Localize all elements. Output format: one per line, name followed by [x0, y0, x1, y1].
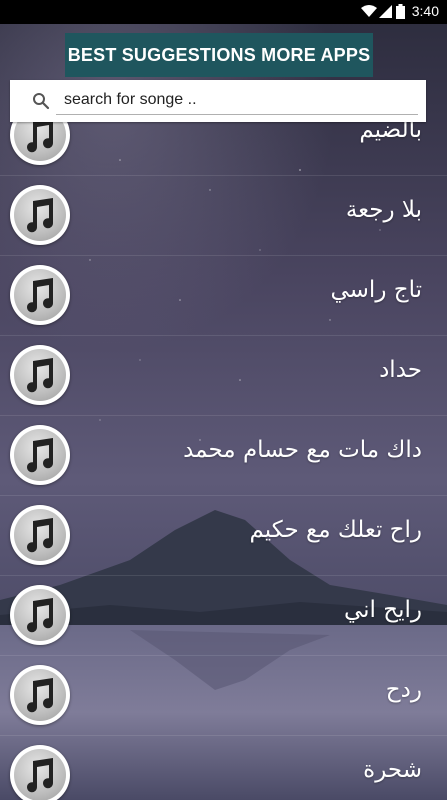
music-note-icon — [10, 122, 70, 165]
music-note-icon — [10, 185, 70, 245]
song-row[interactable]: راح تعلك مع حكيم — [0, 495, 447, 576]
signal-icon — [379, 5, 392, 18]
more-apps-banner[interactable]: BEST SUGGESTIONS MORE APPS — [65, 33, 373, 77]
clock: 3:40 — [411, 3, 439, 19]
search-underline — [56, 114, 418, 115]
song-title: داك مات مع حسام محمد — [183, 437, 422, 463]
music-note-icon — [10, 505, 70, 565]
song-list[interactable]: بالضيم بلا رجعة تاج راسي حداد داك مات مع… — [0, 122, 447, 800]
search-icon — [33, 93, 50, 110]
song-row[interactable]: رايح اني — [0, 575, 447, 656]
status-bar: 3:40 — [0, 0, 447, 24]
music-note-icon — [10, 345, 70, 405]
song-title: بلا رجعة — [345, 197, 422, 223]
song-title: رايح اني — [343, 597, 422, 623]
music-note-icon — [10, 425, 70, 485]
song-row[interactable]: ردح — [0, 655, 447, 736]
song-title: تاج راسي — [330, 277, 422, 303]
music-note-icon — [10, 265, 70, 325]
music-note-icon — [10, 665, 70, 725]
search-bar — [10, 80, 426, 122]
song-title: شحرة — [363, 757, 422, 783]
banner-label: BEST SUGGESTIONS MORE APPS — [67, 44, 371, 65]
song-row[interactable]: شحرة — [0, 735, 447, 800]
wifi-icon — [361, 5, 377, 17]
song-row[interactable]: تاج راسي — [0, 255, 447, 336]
song-row[interactable]: داك مات مع حسام محمد — [0, 415, 447, 496]
song-title: حداد — [379, 357, 422, 383]
battery-icon — [396, 4, 405, 19]
search-input[interactable] — [64, 88, 408, 112]
music-note-icon — [10, 585, 70, 645]
song-row[interactable]: بالضيم — [0, 122, 447, 176]
music-note-icon — [10, 745, 70, 800]
song-title: راح تعلك مع حكيم — [249, 517, 423, 543]
song-row[interactable]: بلا رجعة — [0, 175, 447, 256]
song-row[interactable]: حداد — [0, 335, 447, 416]
song-title: ردح — [385, 677, 422, 703]
song-title: بالضيم — [359, 122, 422, 143]
